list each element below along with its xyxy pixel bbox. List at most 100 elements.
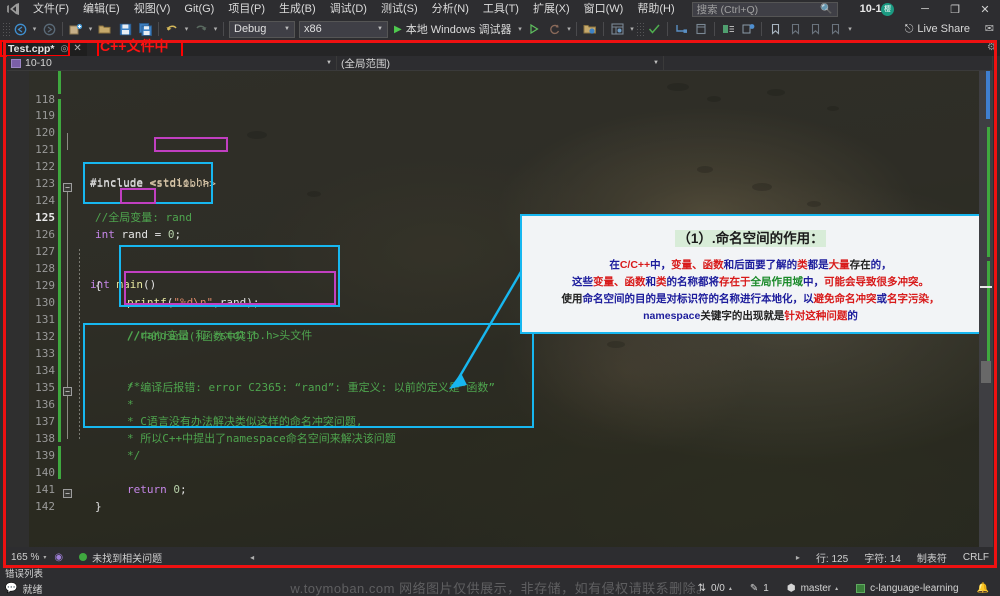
member-list-combo[interactable] [664,55,993,71]
notification-bell[interactable]: 🔔 [977,583,994,594]
debug-target-dropdown-icon[interactable]: ▾ [515,25,524,33]
editor-status-right: ▸ 行: 125 字符: 14 制表符 CRLF [780,550,993,565]
send-feedback-icon[interactable]: ✉ [985,22,994,35]
menu-project[interactable]: 项目(P) [221,0,272,18]
zoom-dropdown-icon[interactable]: ▾ [43,554,46,561]
tab-label: Test.cpp* [8,42,55,55]
toolbar-divider-6 [667,22,669,36]
up-down-arrows-icon: ⇅ [697,582,706,594]
repository-name: c-language-learning [870,582,959,594]
project-icon [11,58,21,68]
scrollbar-mark-green-1 [987,127,990,257]
navigate-forward-icon[interactable] [39,19,59,39]
toolbar-overflow-icon[interactable]: ▾ [845,25,854,33]
zoom-level[interactable]: 165 % [7,552,39,563]
bookmark-icon[interactable] [765,19,785,39]
solution-configuration-combo[interactable]: Debug ▼ [229,20,295,38]
sync-status[interactable]: ⇅ 0/0 ▴ [698,583,732,594]
save-all-icon[interactable] [135,19,155,39]
menu-test[interactable]: 测试(S) [374,0,425,18]
menu-tools[interactable]: 工具(T) [476,0,526,18]
pin-icon[interactable]: ◎ [60,43,68,54]
repository[interactable]: c-language-learning [856,582,959,594]
chevron-down-icon-3: ▼ [326,60,332,66]
avatar[interactable]: 樱 [881,2,894,16]
step-into-icon[interactable] [671,19,691,39]
tab-indicator[interactable]: 制表符 [917,550,947,565]
nav-prev-icon[interactable]: ◂ [250,553,254,562]
nav-next-icon[interactable]: ▸ [796,553,800,562]
toolbar-divider-3 [223,22,224,36]
window-icon[interactable] [691,19,711,39]
branch-caret-icon: ▴ [835,585,839,592]
menu-git[interactable]: Git(G) [177,0,221,18]
editor-vertical-scrollbar[interactable] [979,71,993,547]
issue-status[interactable]: 未找到相关问题 [79,550,162,565]
project-scope-label: 10-10 [25,57,52,69]
properties-dropdown-icon[interactable]: ▾ [627,25,636,33]
code-editor[interactable]: 118 119 120 121 − #include <stdio.h> 122… [7,71,993,547]
document-tab-strip: Test.cpp* ◎ ✕ C++文件中 ⚙ [0,38,1000,56]
save-icon[interactable] [115,19,135,39]
menu-view[interactable]: 视图(V) [127,0,178,18]
toolbar-divider-5 [603,22,605,36]
search-input[interactable]: 搜索 (Ctrl+Q) 🔍 [691,1,838,17]
open-folder-icon[interactable] [95,19,115,39]
code-check-icon[interactable] [644,19,664,39]
git-branch[interactable]: ⬢ master ▴ [787,583,838,594]
callout-line-1: 在C/C++中，变量、函数和后面要了解的类都是大量存在的， [609,259,892,271]
menu-debug[interactable]: 调试(D) [323,0,374,18]
undo-icon[interactable] [162,19,182,39]
minimize-icon[interactable]: ─ [910,0,940,18]
error-list-panel-label[interactable]: 错误列表 [0,569,1000,580]
bookmark-next-icon[interactable] [805,19,825,39]
hot-reload-icon[interactable] [544,19,564,39]
maximize-icon[interactable]: ❐ [940,0,970,18]
member-scope-combo[interactable]: (全局范围) ▼ [337,55,664,71]
screen-reader-icon[interactable]: ◉ [54,552,63,563]
redo-dropdown-icon[interactable]: ▾ [211,25,220,33]
properties-window-icon[interactable] [607,19,627,39]
attach-process-icon[interactable] [524,19,544,39]
solution-explorer-icon[interactable] [580,19,600,39]
bookmark-previous-icon[interactable] [785,19,805,39]
menu-edit[interactable]: 编辑(E) [76,0,127,18]
comment-icon[interactable] [738,19,758,39]
solution-platform-combo[interactable]: x86 ▼ [299,20,388,38]
tab-close-icon[interactable]: ✕ [73,43,81,54]
indent-icon[interactable] [718,19,738,39]
redo-icon[interactable] [191,19,211,39]
toolbar-grip-2[interactable] [636,22,645,36]
start-debug-button[interactable]: ▶ 本地 Windows 调试器 [390,19,515,39]
callout-line-4: namespace关键字的出现就是针对这种问题的 [643,310,858,322]
menu-extensions[interactable]: 扩展(X) [526,0,577,18]
changes-count: 1 [763,582,769,594]
toolbar-divider [62,22,63,36]
navigate-back-icon[interactable] [10,19,30,39]
back-dropdown-icon[interactable]: ▾ [30,25,39,33]
scrollbar-mark-blue [986,71,990,119]
menu-window[interactable]: 窗口(W) [577,0,631,18]
close-icon[interactable]: ✕ [970,0,1000,18]
hot-reload-dropdown-icon[interactable]: ▾ [564,25,573,33]
live-share-button[interactable]: ⎋ Live Share [905,18,970,40]
sync-count: 0/0 [710,582,725,594]
branch-icon: ⬢ [786,582,796,594]
menu-file[interactable]: 文件(F) [26,0,76,18]
project-scope-combo[interactable]: 10-10 ▼ [7,55,337,71]
toolbar-grip[interactable] [2,22,10,36]
bookmark-clear-icon[interactable] [825,19,845,39]
eol-indicator[interactable]: CRLF [963,552,989,563]
live-share-icon: ⎋ [904,22,914,35]
undo-dropdown-icon[interactable]: ▾ [182,25,191,33]
new-project-icon[interactable] [66,19,86,39]
tab-test-cpp[interactable]: Test.cpp* ◎ ✕ [3,40,87,56]
menu-analyze[interactable]: 分析(N) [425,0,476,18]
new-dropdown-icon[interactable]: ▾ [86,25,95,33]
pending-changes[interactable]: ✎ 1 [750,583,769,594]
menu-build[interactable]: 生成(B) [272,0,323,18]
gear-icon[interactable]: ⚙ [987,42,996,53]
menu-help[interactable]: 帮助(H) [630,0,681,18]
scrollbar-caret-mark [980,286,992,288]
configuration-value: Debug [234,23,267,35]
